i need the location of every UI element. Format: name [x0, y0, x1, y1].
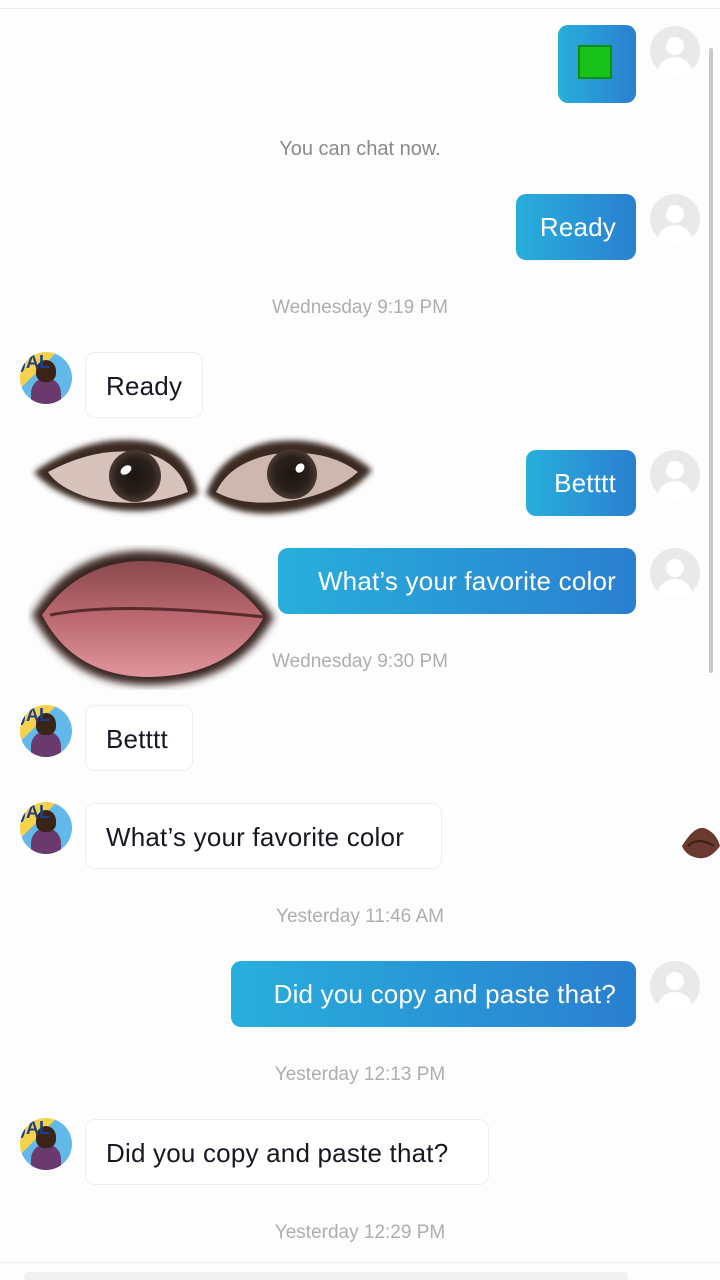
my-avatar[interactable]	[650, 194, 700, 244]
my-avatar[interactable]	[650, 961, 700, 1011]
input-divider	[0, 1262, 720, 1263]
lips-sticker-overlay	[32, 550, 274, 685]
message-input-bar[interactable]	[24, 1272, 628, 1280]
outgoing-message[interactable]: Ready	[516, 194, 636, 260]
incoming-message[interactable]: Did you copy and paste that?	[85, 1119, 489, 1185]
incoming-message[interactable]: Ready	[85, 352, 203, 418]
incoming-message[interactable]: What’s your favorite color	[85, 803, 442, 869]
other-user-avatar[interactable]: )AL	[20, 705, 72, 757]
outgoing-message[interactable]: Did you copy and paste that?	[231, 961, 636, 1027]
scrollbar[interactable]	[709, 48, 713, 673]
eyes-sticker-overlay	[34, 440, 372, 514]
my-avatar[interactable]	[650, 450, 700, 500]
other-user-avatar[interactable]: )AL	[20, 802, 72, 854]
outgoing-message[interactable]: What’s your favorite color	[278, 548, 636, 614]
timestamp: Yesterday 12:13 PM	[274, 1064, 446, 1085]
header-divider	[0, 8, 720, 9]
green-square-emoji-icon	[578, 45, 612, 79]
my-avatar[interactable]	[650, 548, 700, 598]
my-avatar[interactable]	[650, 26, 700, 76]
timestamp: Wednesday 9:19 PM	[271, 297, 449, 318]
timestamp: Yesterday 11:46 AM	[276, 906, 444, 927]
system-notice: You can chat now.	[279, 138, 441, 160]
incoming-message[interactable]: Betttt	[85, 705, 193, 771]
timestamp: Yesterday 12:29 PM	[274, 1222, 446, 1243]
other-user-avatar[interactable]: )AL	[20, 1118, 72, 1170]
outgoing-sticker-message[interactable]	[558, 25, 636, 103]
other-user-avatar[interactable]: )AL	[20, 352, 72, 404]
mini-lips-sticker-overlay	[682, 827, 720, 859]
outgoing-message[interactable]: Betttt	[526, 450, 636, 516]
